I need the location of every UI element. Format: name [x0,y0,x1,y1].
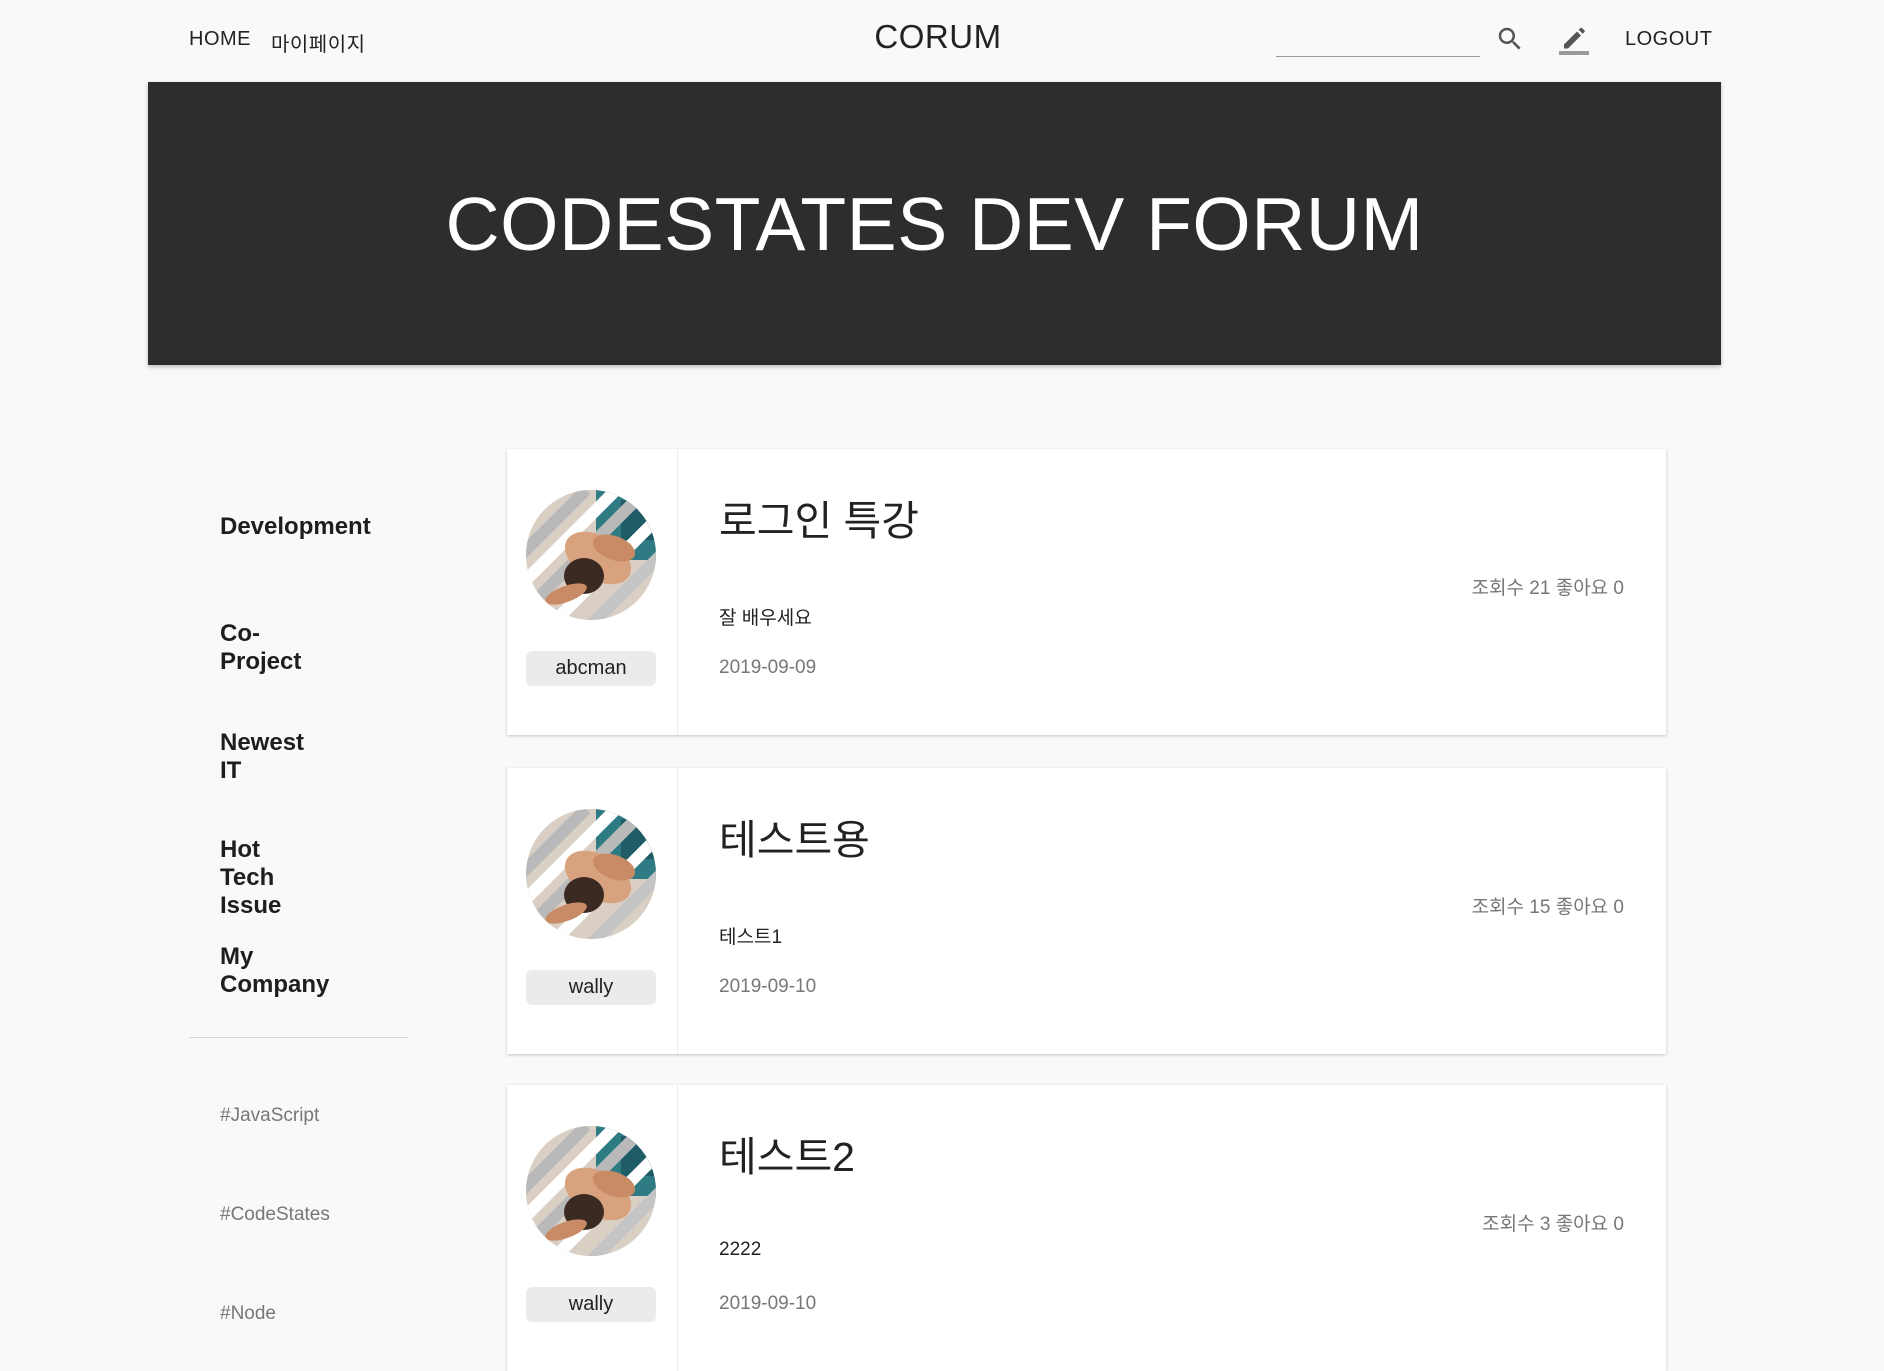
post-card[interactable]: wally 테스트2 조회수 3 좋아요 0 2222 2019-09-10 [507,1085,1666,1371]
logout-button[interactable]: LOGOUT [1625,28,1712,51]
hero-title: CODESTATES DEV FORUM [445,181,1424,266]
post-stats: 조회수 21 좋아요 0 [1471,578,1624,599]
sidebar-divider [189,1037,408,1038]
author-chip[interactable]: wally [526,970,656,1005]
tag-node[interactable]: #Node [220,1303,276,1325]
post-card[interactable]: wally 테스트용 조회수 15 좋아요 0 테스트1 2019-09-10 [507,768,1666,1054]
post-preview: 테스트1 [719,927,783,948]
category-my-company[interactable]: My Company [220,943,329,999]
avatar [526,1126,656,1256]
search-input[interactable] [1276,22,1480,57]
hero-banner: CODESTATES DEV FORUM [148,82,1721,365]
category-development[interactable]: Development [220,513,371,541]
post-title: 테스트2 [719,1134,855,1180]
post-date: 2019-09-10 [719,976,817,997]
tag-codestates[interactable]: #CodeStates [220,1204,330,1226]
pencil-icon [1559,27,1589,55]
author-chip[interactable]: wally [526,1287,656,1322]
post-author-panel: wally [507,1085,678,1371]
tag-javascript[interactable]: #JavaScript [220,1105,319,1127]
author-chip[interactable]: abcman [526,651,656,686]
avatar [526,809,656,939]
post-date: 2019-09-09 [719,657,817,678]
post-date: 2019-09-10 [719,1293,817,1314]
post-author-panel: wally [507,768,678,1054]
post-preview: 2222 [719,1239,762,1260]
post-stats: 조회수 3 좋아요 0 [1482,1214,1624,1235]
post-author-panel: abcman [507,449,678,735]
post-preview: 잘 배우세요 [719,608,812,629]
post-title: 테스트용 [719,817,870,863]
top-navigation-bar: HOME 마이페이지 CORUM LOGOUT [0,0,1884,80]
post-stats: 조회수 15 좋아요 0 [1471,897,1624,918]
category-co-project[interactable]: Co-Project [220,620,301,676]
write-post-button[interactable] [1557,21,1591,57]
category-newest-it[interactable]: Newest IT [220,729,304,785]
search-icon [1498,27,1521,50]
post-card[interactable]: abcman 로그인 특강 조회수 21 좋아요 0 잘 배우세요 2019-0… [507,449,1666,735]
post-title: 로그인 특강 [719,498,919,544]
avatar [526,490,656,620]
category-hot-tech-issue[interactable]: Hot Tech Issue [220,836,281,920]
brand-logo: CORUM [874,18,1002,55]
search-button[interactable] [1495,24,1525,54]
